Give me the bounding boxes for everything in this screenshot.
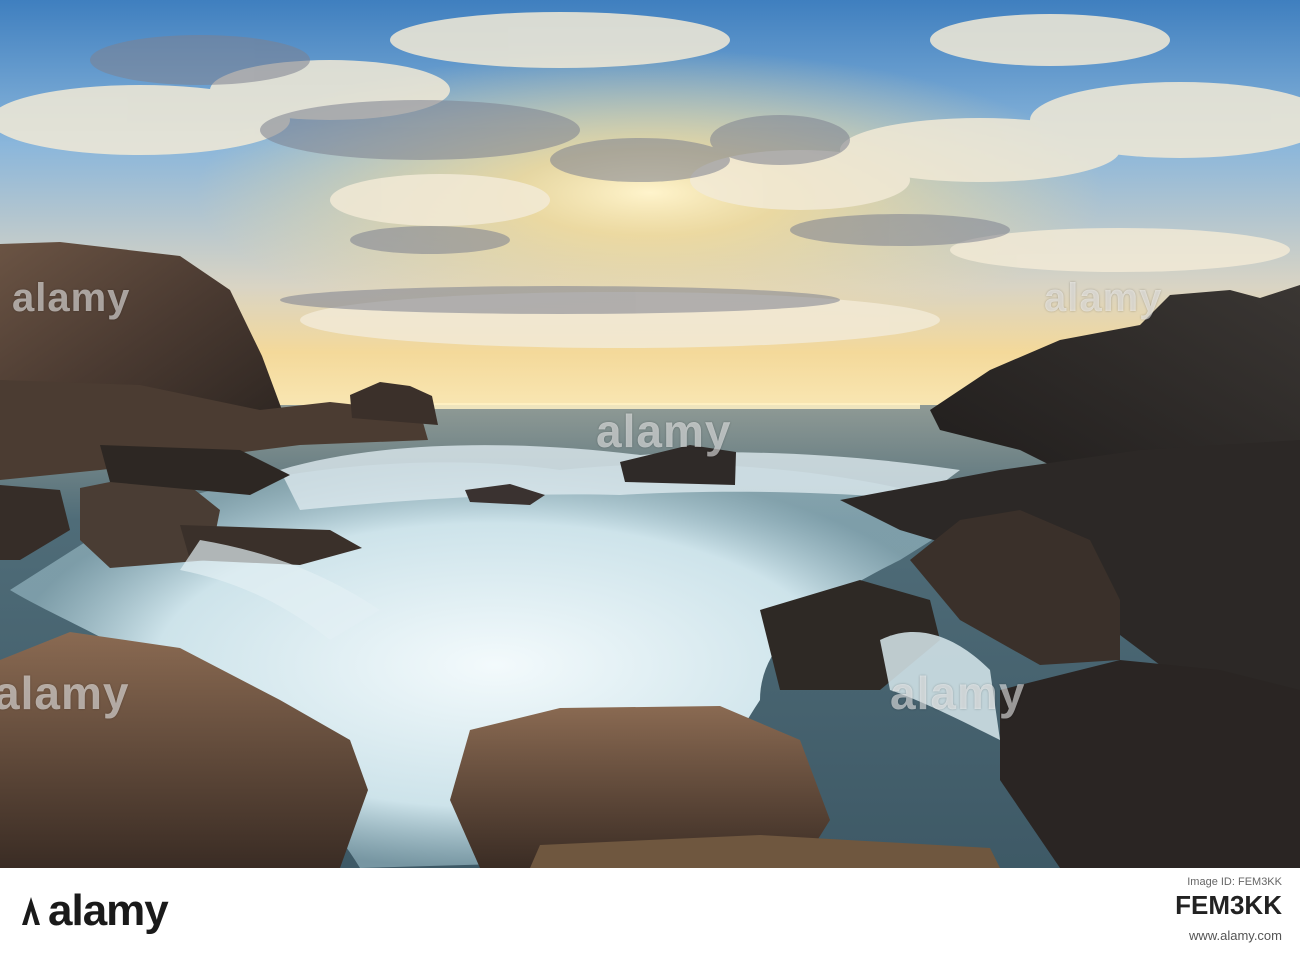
watermark-text: alamy: [0, 667, 130, 719]
watermark-text: alamy: [12, 276, 131, 320]
alamy-logo[interactable]: alamy: [48, 886, 169, 936]
stock-photo-frame: alamy alamy alamy alamy alamy alamy Imag…: [0, 0, 1300, 956]
image-code: FEM3KK: [1175, 890, 1282, 920]
watermark-text: alamy: [890, 667, 1026, 719]
watermark-text: alamy: [1044, 276, 1163, 320]
image-id-label: Image ID: FEM3KK: [1187, 876, 1282, 888]
image-id-block: Image ID: FEM3KK FEM3KK: [1175, 876, 1282, 921]
watermark-text: alamy: [596, 405, 732, 457]
footer-bar: [0, 868, 1300, 956]
site-url[interactable]: www.alamy.com: [1189, 928, 1282, 943]
alamy-logo-icon: [22, 897, 40, 925]
